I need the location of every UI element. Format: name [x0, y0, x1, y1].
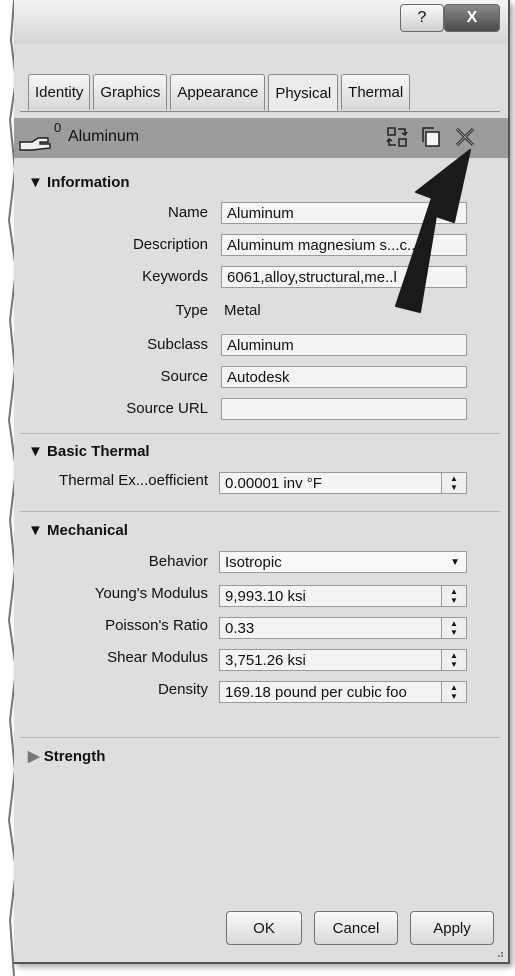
resize-grip-icon[interactable]: [494, 948, 504, 958]
shear-modulus-label: Shear Modulus: [107, 649, 208, 666]
behavior-dropdown[interactable]: Isotropic ▼: [219, 551, 467, 573]
subclass-field[interactable]: Aluminum: [221, 334, 467, 356]
copy-icon[interactable]: [420, 126, 442, 148]
strength-section-header[interactable]: ▶ Strength: [28, 747, 105, 765]
title-bar: ? X: [14, 0, 508, 44]
information-heading: Information: [47, 174, 130, 191]
help-icon: ?: [417, 9, 427, 26]
source-field[interactable]: Autodesk: [221, 366, 467, 388]
type-value: Metal: [224, 302, 261, 319]
poissons-ratio-value: 0.33: [225, 620, 255, 637]
density-value: 169.18 pound per cubic foo: [225, 684, 407, 701]
youngs-modulus-value: 9,993.10 ksi: [225, 588, 306, 605]
basic-thermal-heading: Basic Thermal: [47, 443, 150, 460]
spinner[interactable]: ▲ ▼: [441, 618, 466, 638]
hand-share-icon: [19, 137, 51, 151]
spin-down-icon[interactable]: ▼: [450, 660, 458, 669]
section-divider: [20, 433, 500, 434]
subclass-label: Subclass: [147, 336, 208, 353]
spin-up-icon[interactable]: ▲: [450, 474, 458, 483]
spin-up-icon[interactable]: ▲: [450, 587, 458, 596]
youngs-modulus-label: Young's Modulus: [94, 585, 208, 602]
help-button[interactable]: ?: [400, 4, 444, 32]
apply-button[interactable]: Apply: [410, 911, 494, 945]
spin-up-icon[interactable]: ▲: [450, 619, 458, 628]
tab-thermal[interactable]: Thermal: [341, 74, 411, 110]
thermal-expansion-label: Thermal Ex...oefficient: [59, 472, 208, 489]
spinner[interactable]: ▲ ▼: [441, 586, 466, 606]
section-divider: [20, 511, 500, 512]
asset-header: 0 Aluminum: [14, 118, 508, 158]
spinner[interactable]: ▲ ▼: [441, 650, 466, 670]
tab-appearance[interactable]: Appearance: [170, 74, 266, 110]
mechanical-heading: Mechanical: [47, 522, 128, 539]
density-label: Density: [157, 681, 208, 698]
source-url-label: Source URL: [126, 400, 208, 417]
section-divider: [20, 737, 500, 738]
mechanical-section-header[interactable]: ▼ Mechanical: [28, 522, 128, 539]
asset-count: 0: [54, 120, 62, 135]
type-label: Type: [175, 302, 208, 319]
shear-modulus-field[interactable]: 3,751.26 ksi ▲ ▼: [219, 649, 467, 671]
thermal-expansion-value: 0.00001 inv °F: [225, 475, 322, 492]
keywords-label: Keywords: [142, 268, 208, 285]
basic-thermal-section-header[interactable]: ▼ Basic Thermal: [28, 443, 150, 460]
material-editor-dialog: ? X Identity Graphics Appearance Physica…: [14, 0, 510, 964]
duplicate-icon[interactable]: [386, 126, 408, 148]
tab-physical[interactable]: Physical: [268, 74, 339, 112]
behavior-label: Behavior: [148, 553, 208, 570]
name-label: Name: [167, 204, 208, 221]
spin-down-icon[interactable]: ▼: [450, 692, 458, 701]
spin-down-icon[interactable]: ▼: [450, 483, 458, 492]
delete-icon[interactable]: [454, 126, 476, 148]
close-window-button[interactable]: X: [444, 4, 500, 32]
expand-triangle-icon: ▼: [28, 174, 43, 191]
cancel-button[interactable]: Cancel: [314, 911, 398, 945]
ok-button[interactable]: OK: [226, 911, 302, 945]
tab-identity[interactable]: Identity: [28, 74, 91, 110]
spin-down-icon[interactable]: ▼: [450, 596, 458, 605]
strength-heading: Strength: [43, 748, 106, 765]
spin-down-icon[interactable]: ▼: [450, 628, 458, 637]
spin-up-icon[interactable]: ▲: [450, 651, 458, 660]
youngs-modulus-field[interactable]: 9,993.10 ksi ▲ ▼: [219, 585, 467, 607]
description-label: Description: [132, 236, 208, 253]
spin-up-icon[interactable]: ▲: [450, 683, 458, 692]
expand-triangle-icon: ▼: [28, 522, 43, 539]
spinner[interactable]: ▲ ▼: [441, 682, 466, 702]
poissons-ratio-label: Poisson's Ratio: [105, 617, 208, 634]
tab-graphics[interactable]: Graphics: [93, 74, 168, 110]
dropdown-arrow-icon: ▼: [450, 557, 460, 568]
poissons-ratio-field[interactable]: 0.33 ▲ ▼: [219, 617, 467, 639]
expand-triangle-icon: ▼: [28, 443, 43, 460]
description-field[interactable]: Aluminum magnesium s...c...: [221, 234, 467, 256]
collapsed-triangle-icon: ▶: [28, 748, 40, 765]
shear-modulus-value: 3,751.26 ksi: [225, 652, 306, 669]
name-field[interactable]: Aluminum: [221, 202, 467, 224]
density-field[interactable]: 169.18 pound per cubic foo ▲ ▼: [219, 681, 467, 703]
spinner[interactable]: ▲ ▼: [441, 473, 466, 493]
tab-strip: Identity Graphics Appearance Physical Th…: [28, 74, 411, 112]
source-url-field[interactable]: [221, 398, 467, 420]
tab-divider: [20, 111, 500, 112]
thermal-expansion-field[interactable]: 0.00001 inv °F ▲ ▼: [219, 472, 467, 494]
asset-name: Aluminum: [68, 128, 140, 145]
source-label: Source: [160, 368, 208, 385]
close-icon: X: [466, 9, 478, 26]
behavior-value: Isotropic: [225, 554, 282, 571]
keywords-field[interactable]: 6061,alloy,structural,me..l: [221, 266, 467, 288]
information-section-header[interactable]: ▼ Information: [28, 174, 130, 191]
